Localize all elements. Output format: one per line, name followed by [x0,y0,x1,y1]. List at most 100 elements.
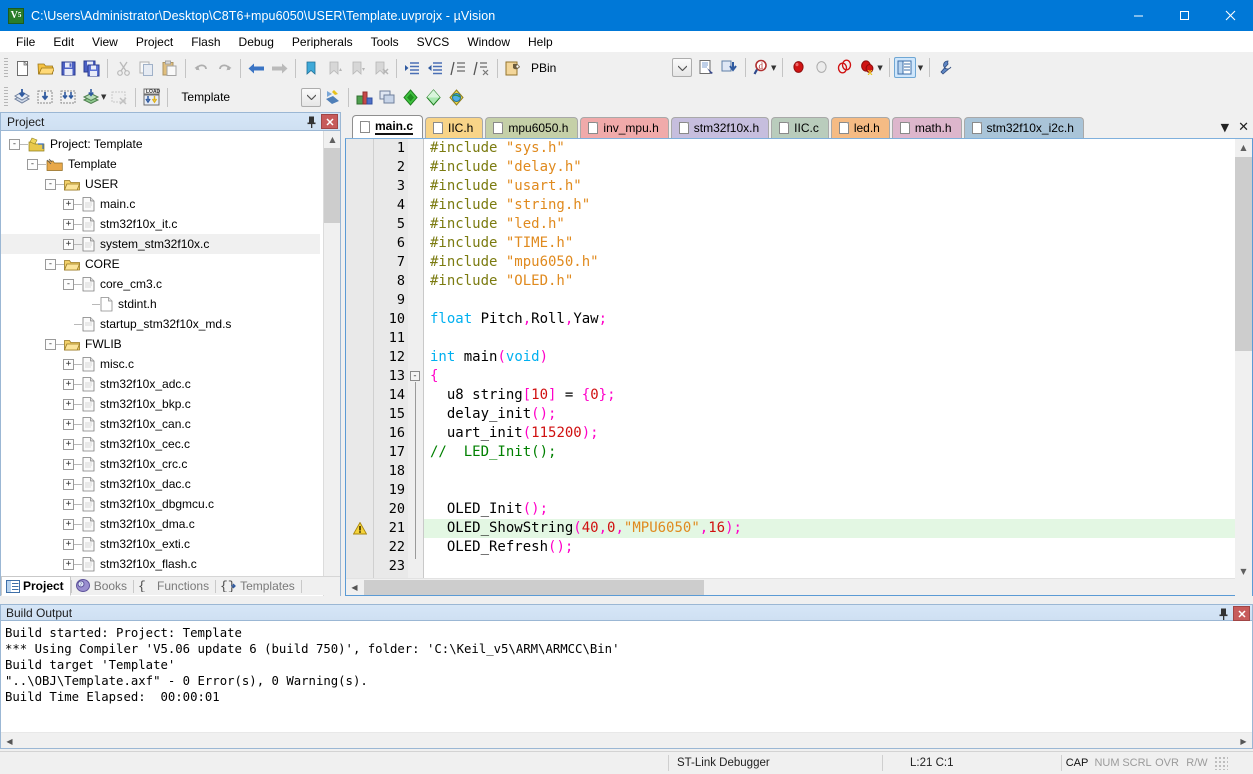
editor-tab-iic-h[interactable]: IIC.h [425,117,484,138]
tree-item[interactable]: - CORE [1,254,320,274]
undo-icon[interactable] [190,57,213,80]
resize-grip-icon[interactable] [1214,756,1228,770]
bookmark-prev-icon[interactable] [323,57,346,80]
bookmark-toggle-icon[interactable] [300,57,323,80]
status-flag-ovr[interactable]: OVR [1152,757,1182,769]
scroll-up-arrow-icon[interactable]: ▲ [1235,139,1252,156]
editor-vertical-scrollbar[interactable]: ▲ ▼ [1235,139,1252,597]
editor-marker-gutter[interactable] [346,139,374,578]
save-icon[interactable] [57,57,80,80]
code-line[interactable]: OLED_ShowString(40,0,"MPU6050",16); [424,519,1235,538]
navigate-forward-icon[interactable] [268,57,291,80]
status-flag-scrl[interactable]: SCRL [1122,757,1152,769]
tree-expand-toggle[interactable]: + [63,238,74,250]
navigate-back-icon[interactable] [245,57,268,80]
code-line[interactable]: uart_init(115200); [424,424,1235,443]
editor-tab-math-h[interactable]: math.h [891,117,962,138]
target-dropdown-icon[interactable] [301,87,322,107]
project-tree[interactable]: - Project: Template - Template - USER + main.c +… [1,131,340,596]
tree-collapse-toggle[interactable]: - [63,278,74,290]
toolbar-grip[interactable] [4,87,8,107]
status-flag-cap[interactable]: CAP [1062,757,1092,769]
tree-expand-toggle[interactable]: + [63,398,74,410]
tree-item[interactable]: - Project: Template [1,134,320,154]
tree-item[interactable]: + system_stm32f10x.c [1,234,320,254]
copy-icon[interactable] [135,57,158,80]
comment-icon[interactable] [447,57,470,80]
tree-item[interactable]: - core_cm3.c [1,274,320,294]
tree-item[interactable]: - FWLIB [1,334,320,354]
tree-expand-toggle[interactable]: + [63,518,74,530]
code-line[interactable]: u8 string[10] = {0}; [424,386,1235,405]
menu-item-tools[interactable]: Tools [362,32,408,52]
disable-breakpoint-icon[interactable] [810,56,833,79]
tab-list-icon[interactable]: ▼ [1221,121,1229,134]
scrollbar-thumb[interactable] [364,580,704,595]
tree-collapse-toggle[interactable]: - [9,138,20,150]
code-line[interactable]: #include "delay.h" [424,158,1235,177]
code-line[interactable]: { [424,367,1235,386]
status-flag-num[interactable]: NUM [1092,757,1122,769]
editor-tab-iic-c[interactable]: IIC.c [771,117,829,138]
indent-icon[interactable] [401,57,424,80]
code-line[interactable] [424,291,1235,310]
scroll-right-arrow-icon[interactable]: ▶ [1235,733,1252,750]
tree-item[interactable]: + stm32f10x_crc.c [1,454,320,474]
editor-tab-stm32f10x-h[interactable]: stm32f10x.h [670,117,770,138]
tree-expand-toggle[interactable]: + [63,438,74,450]
tree-item[interactable]: + stm32f10x_cec.c [1,434,320,454]
tree-item[interactable]: - USER [1,174,320,194]
code-line[interactable]: #include "OLED.h" [424,272,1235,291]
build-output-scrollbar[interactable]: ◀ ▶ [1,732,1252,748]
code-line[interactable] [424,557,1235,576]
menu-item-window[interactable]: Window [458,32,519,52]
tree-item[interactable]: + stm32f10x_bkp.c [1,394,320,414]
tree-collapse-toggle[interactable]: - [45,178,56,190]
bookmark-next-icon[interactable] [346,57,369,80]
tree-expand-toggle[interactable]: + [63,558,74,570]
build-icon[interactable] [34,86,57,109]
find-in-files-icon[interactable]: d [750,56,773,79]
file-info-icon[interactable] [695,56,718,79]
editor-tab-mpu6050-h[interactable]: mpu6050.h [485,117,579,138]
code-line[interactable]: #include "TIME.h" [424,234,1235,253]
manage-project-items-icon[interactable] [353,86,376,109]
new-file-icon[interactable] [11,57,34,80]
tree-item[interactable]: - Template [1,154,320,174]
scroll-up-arrow-icon[interactable]: ▲ [324,131,340,148]
tree-item[interactable]: + stm32f10x_exti.c [1,534,320,554]
paste-icon[interactable] [158,57,181,80]
code-line[interactable]: // LED_Init(); [424,443,1235,462]
download-icon[interactable]: LOAD [140,86,163,109]
code-line[interactable] [424,462,1235,481]
batch-build-icon[interactable] [80,86,103,109]
tree-collapse-toggle[interactable]: - [45,258,56,270]
scrollbar-thumb[interactable] [1235,157,1252,351]
code-line[interactable]: #include "sys.h" [424,139,1235,158]
tree-expand-toggle[interactable]: + [63,218,74,230]
code-line[interactable] [424,329,1235,348]
menu-item-svcs[interactable]: SVCS [408,32,459,52]
close-icon[interactable]: ✕ [1238,120,1249,135]
chevron-down-icon[interactable]: ▼ [918,64,923,72]
tree-expand-toggle[interactable]: + [63,458,74,470]
code-line[interactable]: #include "mpu6050.h" [424,253,1235,272]
editor-horizontal-scrollbar[interactable]: ◀ [346,578,1237,595]
tree-item[interactable]: + stm32f10x_can.c [1,414,320,434]
tree-expand-toggle[interactable]: + [63,538,74,550]
editor-tab-stm32f10x-i2c-h[interactable]: stm32f10x_i2c.h [963,117,1084,138]
tree-item[interactable]: + stm32f10x_adc.c [1,374,320,394]
tree-expand-toggle[interactable]: + [63,358,74,370]
scroll-left-arrow-icon[interactable]: ◀ [346,579,363,596]
editor-fold-gutter[interactable]: - [408,139,424,578]
scrollbar-thumb[interactable] [324,148,340,223]
menu-item-project[interactable]: Project [127,32,182,52]
menu-item-peripherals[interactable]: Peripherals [283,32,362,52]
code-line[interactable]: float Pitch,Roll,Yaw; [424,310,1235,329]
maximize-button[interactable] [1161,0,1207,31]
tree-item[interactable]: + stm32f10x_it.c [1,214,320,234]
target-options-icon[interactable] [321,86,344,109]
manage-rte-icon[interactable] [399,86,422,109]
panel-tab-project[interactable]: Project [1,576,71,596]
select-software-packs-icon[interactable] [422,86,445,109]
